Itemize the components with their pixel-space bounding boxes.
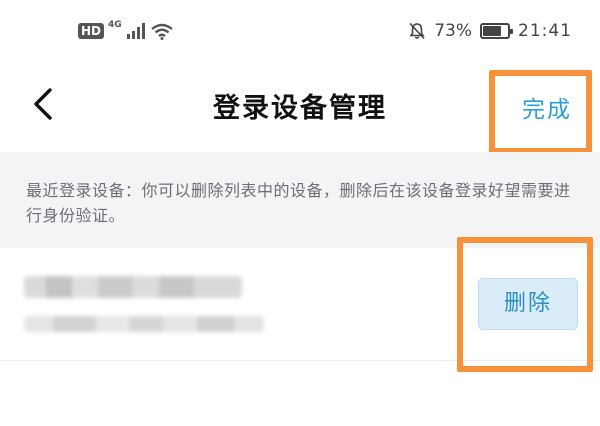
device-name-redacted <box>24 276 242 298</box>
wifi-icon <box>150 23 173 40</box>
done-highlight-box <box>489 70 592 154</box>
battery-icon <box>480 23 513 39</box>
device-info-redacted <box>24 316 264 332</box>
hd-badge: HD <box>78 23 105 39</box>
status-left: HD 4G <box>78 20 174 40</box>
delete-highlight-box <box>457 237 593 372</box>
bell-muted-icon <box>409 22 425 40</box>
info-description: 最近登录设备：你可以删除列表中的设备，删除后在该设备登录好望需要进行身份验证。 <box>26 181 571 225</box>
clock-time: 21:41 <box>518 21 572 41</box>
signal-icon <box>126 23 145 39</box>
info-section: 最近登录设备：你可以删除列表中的设备，删除后在该设备登录好望需要进行身份验证。 <box>0 152 600 248</box>
status-right: 73% 21:41 <box>408 21 572 41</box>
status-bar: HD 4G 73% 21:41 <box>0 0 600 64</box>
battery-percent: 73% <box>434 21 472 41</box>
battery-level-fill <box>483 26 501 36</box>
network-type-label: 4G <box>108 20 122 30</box>
